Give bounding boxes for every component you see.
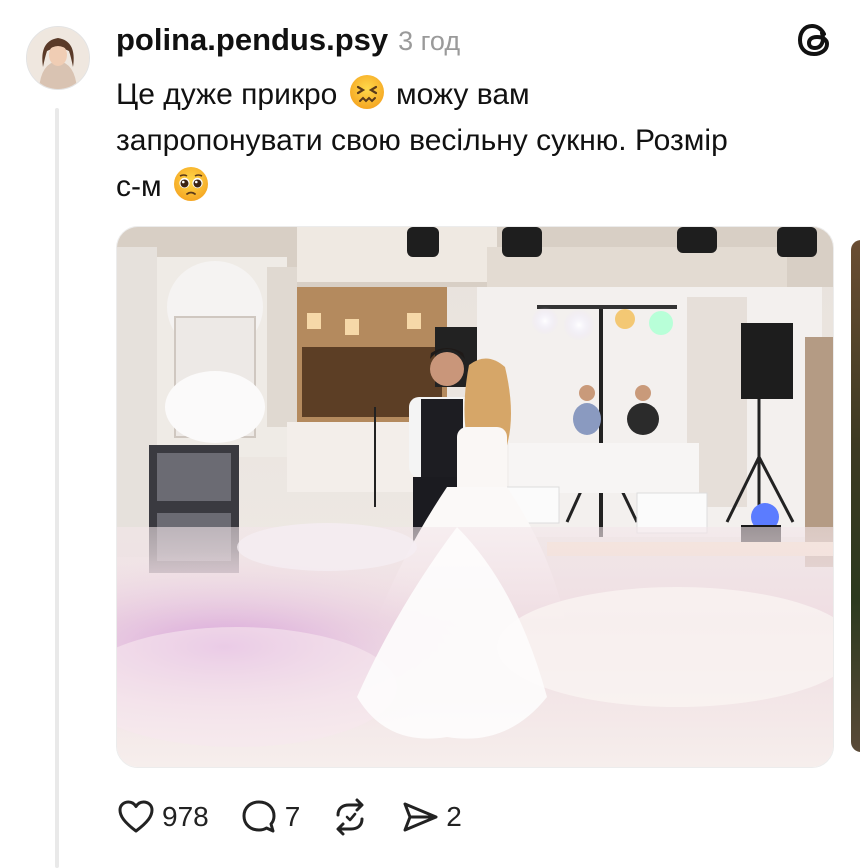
- thread-line: [55, 108, 59, 868]
- post-image[interactable]: [116, 226, 834, 768]
- post-text-line2: запропонувати свою весільну сукню. Розмі…: [116, 124, 728, 157]
- like-button[interactable]: 978: [116, 797, 209, 837]
- post-text-line1a: Це дуже прикро: [116, 78, 338, 111]
- reply-button[interactable]: 7: [239, 797, 301, 837]
- threads-logo-icon: [794, 19, 836, 61]
- post-header: polina.pendus.psy 3 год: [116, 22, 460, 58]
- send-icon: [403, 802, 438, 832]
- post-text-line1b: можу вам: [396, 78, 530, 111]
- persevering-face-emoji: [348, 73, 386, 111]
- post-time: 3 год: [398, 26, 461, 56]
- share-count: 2: [446, 801, 462, 832]
- like-count: 978: [162, 801, 209, 832]
- avatar[interactable]: [26, 26, 90, 90]
- repost-icon: [336, 798, 364, 836]
- author-username[interactable]: polina.pendus.psy: [116, 22, 388, 58]
- action-bar: 978 7 2: [116, 797, 492, 837]
- pleading-face-emoji: [172, 165, 210, 203]
- next-image-preview[interactable]: [851, 240, 860, 752]
- post-text-line3: с-м: [116, 170, 162, 203]
- post-text: Це дуже прикро можу вам запропонувати св…: [116, 72, 836, 210]
- share-button[interactable]: 2: [400, 797, 462, 837]
- reply-count: 7: [284, 801, 301, 832]
- repost-button[interactable]: [330, 797, 370, 837]
- heart-icon: [118, 800, 154, 833]
- comment-bubble-icon: [242, 800, 276, 833]
